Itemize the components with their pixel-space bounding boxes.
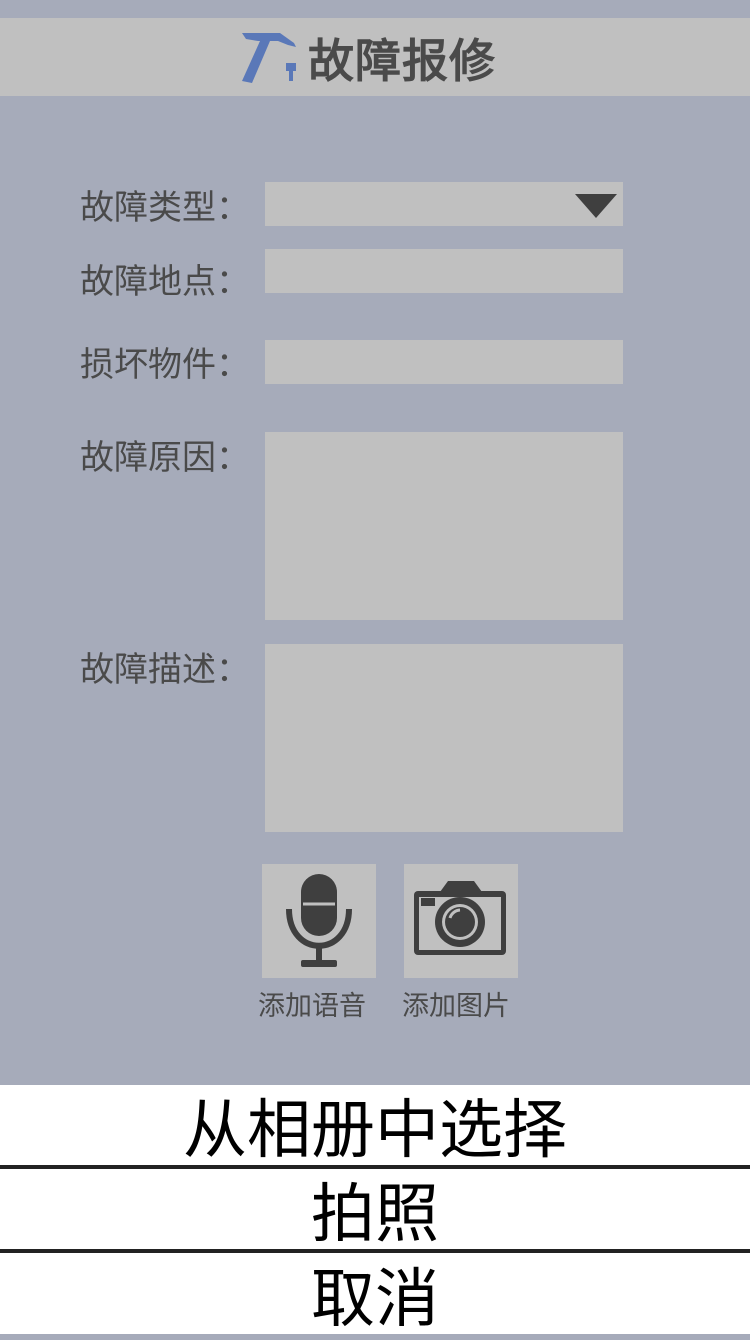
page-title: 故障报修 — [308, 34, 496, 88]
fault-cause-label: 故障原因： — [80, 438, 250, 478]
damaged-item-label: 损坏物件： — [80, 345, 250, 385]
header-bar: 故障报修 — [0, 18, 750, 96]
fault-location-input[interactable] — [265, 249, 623, 293]
cancel-label: 取消 — [311, 1262, 439, 1337]
add-voice-label: 添加语音 — [258, 991, 366, 1022]
add-image-label: 添加图片 — [402, 991, 510, 1022]
fault-description-label: 故障描述： — [80, 650, 250, 690]
damaged-item-input[interactable] — [265, 340, 623, 384]
choose-from-album-button[interactable]: 从相册中选择 — [0, 1085, 750, 1168]
add-image-button[interactable] — [404, 864, 518, 978]
fault-type-select[interactable] — [265, 182, 623, 226]
fault-description-textarea[interactable] — [265, 644, 623, 832]
choose-from-album-label: 从相册中选择 — [183, 1094, 567, 1168]
add-voice-button[interactable] — [262, 864, 376, 978]
fault-type-label: 故障类型： — [80, 188, 250, 228]
header-title-group: 故障报修 — [240, 30, 496, 88]
cancel-button[interactable]: 取消 — [0, 1253, 750, 1337]
take-photo-label: 拍照 — [311, 1178, 439, 1252]
fault-cause-textarea[interactable] — [265, 432, 623, 620]
dropdown-arrow-icon — [575, 194, 617, 218]
fault-location-label: 故障地点： — [80, 262, 250, 302]
hammer-icon — [242, 33, 296, 83]
camera-icon — [414, 881, 506, 955]
microphone-icon — [286, 874, 352, 967]
take-photo-button[interactable]: 拍照 — [0, 1169, 750, 1252]
